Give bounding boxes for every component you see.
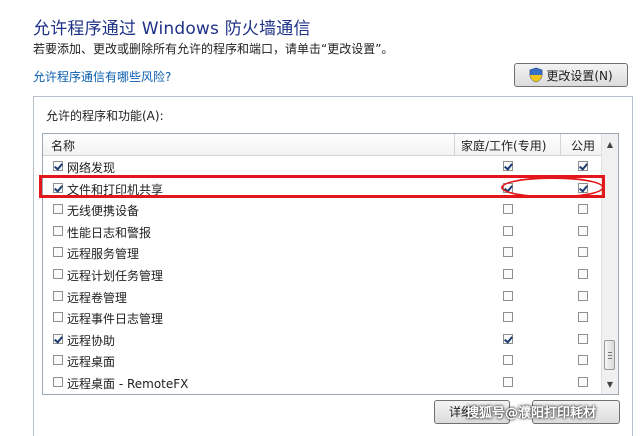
home-network-checkbox[interactable]	[503, 247, 513, 258]
annotation-highlight-ellipse	[501, 177, 604, 198]
uac-shield-icon	[529, 67, 543, 83]
column-header-public[interactable]: 公用	[571, 137, 595, 154]
list-item[interactable]: 远程计划任务管理	[43, 264, 603, 286]
vertical-scrollbar[interactable]: ▲ ▼	[601, 134, 618, 394]
risk-link[interactable]: 允许程序通信有哪些风险?	[33, 68, 171, 85]
list-item[interactable]: 远程协助	[43, 329, 603, 351]
scroll-thumb[interactable]	[604, 340, 615, 370]
list-item[interactable]: 远程桌面	[43, 350, 603, 372]
group-label: 允许的程序和功能(A):	[46, 109, 164, 123]
program-label: 远程桌面	[67, 355, 116, 370]
change-settings-label: 更改设置(N)	[546, 68, 613, 83]
program-label: 远程协助	[67, 333, 116, 348]
home-network-checkbox[interactable]	[503, 376, 513, 387]
column-header-name[interactable]: 名称	[51, 137, 75, 154]
program-label: 无线便携设备	[67, 204, 140, 219]
allowed-programs-group: 允许的程序和功能(A): 名称 家庭/工作(专用) 公用 网络发现 文件和打印机共…	[33, 96, 633, 436]
page-title: 允许程序通过 Windows 防火墙通信	[33, 19, 311, 39]
home-network-checkbox[interactable]	[503, 290, 513, 301]
public-network-checkbox[interactable]	[578, 290, 588, 301]
public-network-checkbox[interactable]	[578, 376, 588, 387]
enable-checkbox[interactable]	[53, 204, 63, 215]
scroll-up-arrow-icon[interactable]: ▲	[602, 136, 618, 152]
column-divider[interactable]	[560, 134, 561, 155]
list-header: 名称 家庭/工作(专用) 公用	[43, 134, 603, 156]
program-label: 性能日志和警报	[67, 225, 152, 240]
program-label: 网络发现	[67, 161, 116, 175]
enable-checkbox[interactable]	[53, 290, 63, 301]
thumb-grip	[608, 352, 612, 353]
home-network-checkbox[interactable]	[503, 333, 513, 344]
list-item[interactable]: 远程事件日志管理	[43, 307, 603, 329]
enable-checkbox[interactable]	[53, 161, 63, 171]
home-network-checkbox[interactable]	[503, 312, 513, 323]
enable-checkbox[interactable]	[53, 312, 63, 323]
program-label: 远程卷管理	[67, 290, 128, 305]
public-network-checkbox[interactable]	[578, 333, 588, 344]
public-network-checkbox[interactable]	[578, 161, 588, 171]
public-network-checkbox[interactable]	[578, 225, 588, 236]
public-network-checkbox[interactable]	[578, 355, 588, 366]
thumb-grip	[608, 355, 612, 356]
thumb-grip	[608, 358, 612, 359]
enable-checkbox[interactable]	[53, 225, 63, 236]
public-network-checkbox[interactable]	[578, 268, 588, 279]
scroll-down-arrow-icon[interactable]: ▼	[602, 376, 618, 392]
program-label: 远程计划任务管理	[67, 268, 164, 283]
list-item[interactable]: 性能日志和警报	[43, 221, 603, 243]
list-item[interactable]: 远程服务管理	[43, 242, 603, 264]
program-label: 远程事件日志管理	[67, 312, 164, 327]
home-network-checkbox[interactable]	[503, 268, 513, 279]
home-network-checkbox[interactable]	[503, 355, 513, 366]
enable-checkbox[interactable]	[53, 268, 63, 279]
home-network-checkbox[interactable]	[503, 225, 513, 236]
home-network-checkbox[interactable]	[503, 204, 513, 215]
program-label: 远程桌面 - RemoteFX	[67, 376, 189, 391]
watermark-text: 搜狐号@濮阳打印耗材	[466, 406, 597, 421]
column-divider[interactable]	[454, 134, 455, 155]
public-network-checkbox[interactable]	[578, 312, 588, 323]
enable-checkbox[interactable]	[53, 376, 63, 387]
enable-checkbox[interactable]	[53, 247, 63, 258]
list-item[interactable]: 远程卷管理	[43, 286, 603, 308]
list-item[interactable]: 远程桌面 - RemoteFX	[43, 372, 603, 394]
public-network-checkbox[interactable]	[578, 247, 588, 258]
enable-checkbox[interactable]	[53, 333, 63, 344]
enable-checkbox[interactable]	[53, 355, 63, 366]
programs-list: 名称 家庭/工作(专用) 公用 网络发现 文件和打印机共享 无线便携设备 性能日志和警…	[42, 133, 619, 395]
home-network-checkbox[interactable]	[503, 161, 513, 171]
change-settings-button[interactable]: 更改设置(N)	[514, 63, 628, 87]
column-header-home[interactable]: 家庭/工作(专用)	[461, 137, 546, 154]
list-item[interactable]: 无线便携设备	[43, 199, 603, 221]
public-network-checkbox[interactable]	[578, 204, 588, 215]
program-label: 远程服务管理	[67, 247, 140, 262]
page-description: 若要添加、更改或删除所有允许的程序和端口，请单击“更改设置”。	[33, 42, 394, 56]
